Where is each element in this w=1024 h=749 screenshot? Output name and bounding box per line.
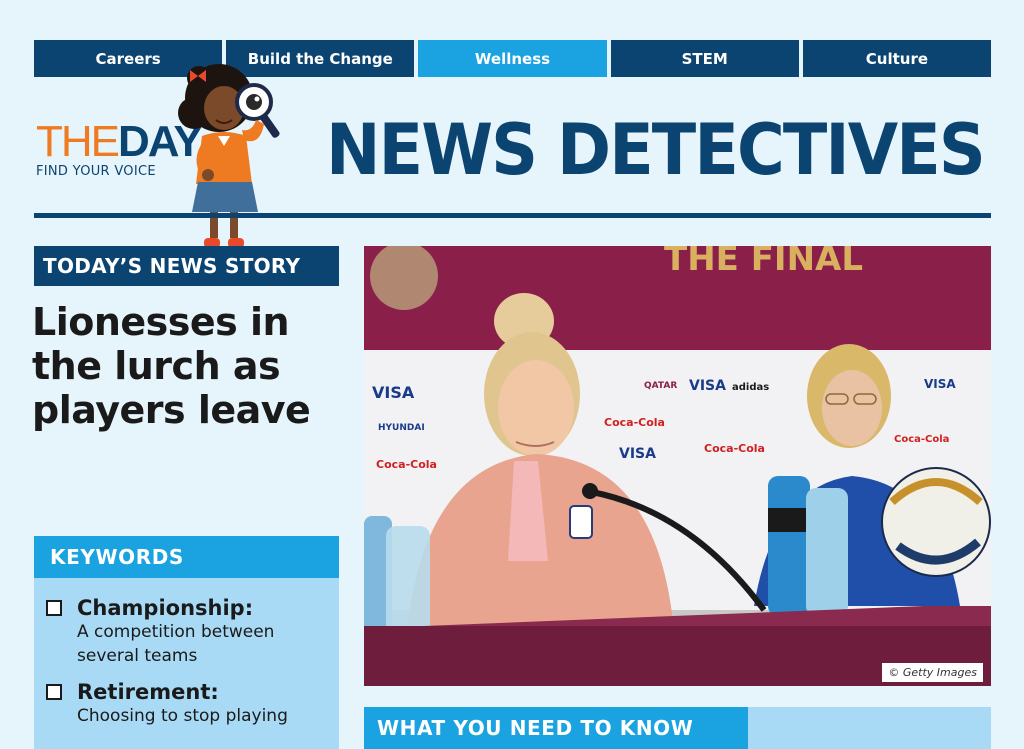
sponsor-logo: HYUNDAI	[378, 423, 425, 433]
logo-the: THE	[36, 117, 120, 166]
keyword-checkbox[interactable]	[46, 600, 62, 616]
sponsor-logo: VISA	[619, 446, 656, 462]
masthead-rule	[34, 213, 991, 218]
sponsor-logo: QATAR	[644, 381, 677, 391]
sponsor-logo: Coca-Cola	[376, 458, 437, 471]
sponsor-logo: VISA	[924, 377, 956, 391]
masthead-title: NEWS DETECTIVES	[326, 109, 986, 191]
keyword-item: Retirement: Choosing to stop playing	[34, 680, 339, 728]
section-label-todays-story: TODAY’S NEWS STORY	[34, 246, 339, 286]
what-you-need-heading: WHAT YOU NEED TO KNOW	[364, 707, 748, 749]
sponsor-logo: VISA	[689, 378, 726, 394]
tab-culture[interactable]: Culture	[802, 40, 992, 77]
press-conference-illustration: THE FINAL VISA HYUNDAI Coca-Cola QATAR V…	[364, 246, 991, 686]
sponsor-logo: Coca-Cola	[604, 416, 665, 429]
what-you-need-panel: WHAT YOU NEED TO KNOW	[364, 707, 991, 749]
tab-stem[interactable]: STEM	[610, 40, 799, 77]
sponsor-logo: Coca-Cola	[894, 434, 949, 445]
keyword-term: Retirement:	[77, 680, 219, 704]
sponsor-logo: Coca-Cola	[704, 442, 765, 455]
sponsor-logo: VISA	[372, 383, 415, 402]
sponsor-logo: adidas	[732, 382, 769, 393]
backdrop-text: THE FINAL	[664, 246, 863, 279]
story-headline: Lionesses in the lurch as players leave	[32, 300, 311, 432]
tab-wellness[interactable]: Wellness	[418, 40, 607, 77]
keywords-panel: KEYWORDS Championship: A competition bet…	[34, 536, 339, 749]
keyword-item: Championship: A competition between seve…	[34, 596, 339, 668]
photo-credit: © Getty Images	[882, 663, 983, 682]
keyword-checkbox[interactable]	[46, 684, 62, 700]
keyword-term: Championship:	[77, 596, 254, 620]
keywords-heading: KEYWORDS	[34, 536, 339, 578]
press-conference-photo: THE FINAL VISA HYUNDAI Coca-Cola QATAR V…	[364, 246, 991, 686]
detective-mascot-icon	[178, 64, 280, 248]
keyword-definition: A competition between several teams	[77, 622, 275, 666]
keyword-definition: Choosing to stop playing	[77, 706, 288, 726]
